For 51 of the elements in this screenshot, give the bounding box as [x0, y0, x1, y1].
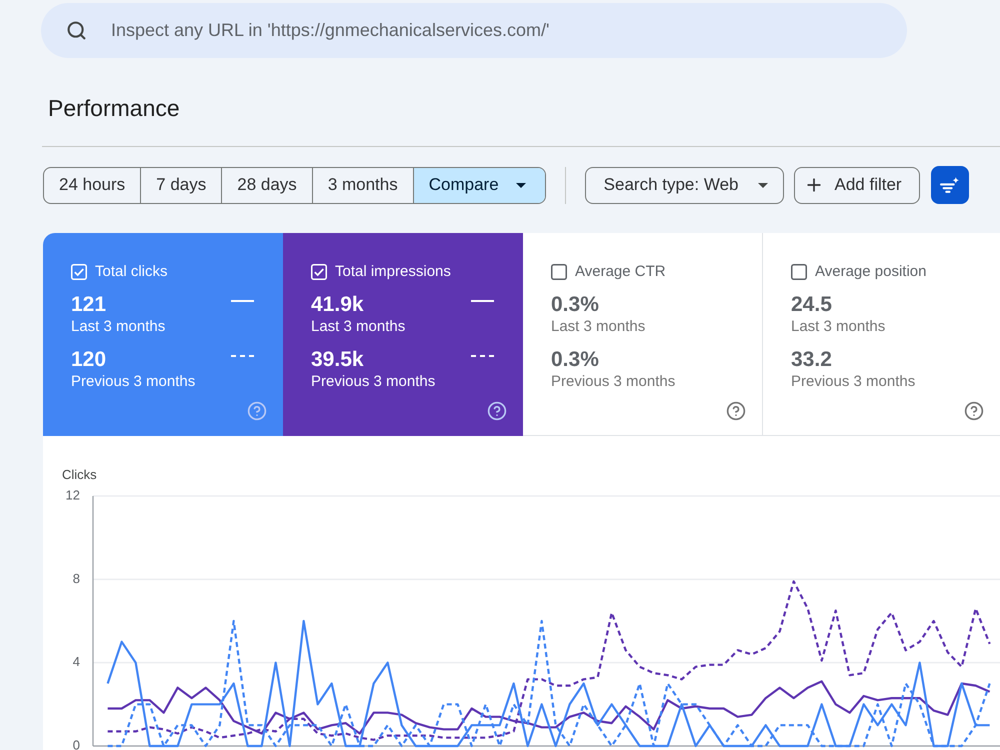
search-bar[interactable]: Inspect any URL in 'https://gnmechanicalservices.com/'	[41, 3, 907, 58]
metric-period: Last 3 months	[791, 317, 886, 337]
solid-line-icon	[231, 300, 254, 302]
axis-tick-label: 12	[66, 487, 80, 502]
metric-value: 0.3%	[551, 348, 600, 372]
add-filter-button[interactable]: Add filter	[794, 166, 920, 204]
search-type-dropdown[interactable]: Search type: Web	[584, 166, 784, 204]
date-range-tab[interactable]: 28 days	[221, 168, 312, 202]
filter-sparkle-icon	[940, 177, 960, 193]
metric-value: 0.3%	[551, 293, 600, 317]
checkbox[interactable]	[551, 264, 567, 280]
search-input[interactable]: Inspect any URL in 'https://gnmechanicalservices.com/'	[111, 18, 851, 44]
metric-value: 121	[71, 293, 108, 317]
date-range-tab[interactable]: 24 hours	[44, 168, 140, 202]
page-title: Performance	[48, 95, 180, 122]
metric-period: Last 3 months	[71, 317, 166, 337]
help-icon[interactable]	[964, 401, 984, 421]
date-range-tab[interactable]: Compare	[412, 168, 545, 202]
metric-value: 41.9k	[311, 293, 365, 317]
metric-card[interactable]: Average CTR 0.3% Last 3 months 0.3% Previous 3 months	[523, 233, 763, 436]
caret-icon	[516, 182, 526, 188]
metric-period: Last 3 months	[311, 317, 406, 337]
dashed-line-icon	[471, 355, 494, 357]
metric-value: 33.2	[791, 348, 833, 372]
metric-label: Average position	[815, 263, 926, 281]
metric-label: Total clicks	[95, 263, 168, 281]
metric-value: 24.5	[791, 293, 833, 317]
metric-period: Previous 3 months	[551, 372, 676, 392]
axis-title: Clicks	[62, 467, 97, 483]
metric-period: Last 3 months	[551, 317, 646, 337]
search-icon	[66, 20, 87, 41]
metric-period: Previous 3 months	[791, 372, 916, 392]
axis-tick-label: 8	[72, 570, 80, 586]
caret-icon	[758, 182, 768, 188]
axis-tick-label: 4	[72, 654, 80, 670]
checkbox[interactable]	[791, 264, 807, 280]
metric-card[interactable]: Total impressions 41.9k Last 3 months 39.5k Previous 3 months	[283, 233, 523, 436]
metric-label: Total impressions	[335, 263, 451, 281]
metric-period: Previous 3 months	[311, 372, 436, 392]
filter-button[interactable]	[930, 166, 969, 204]
solid-line-icon	[471, 300, 494, 302]
metric-label: Average CTR	[575, 263, 666, 281]
metric-value: 120	[71, 348, 108, 372]
date-range-tab[interactable]: 7 days	[140, 168, 222, 202]
axis-tick-label: 0	[72, 737, 80, 750]
metric-card[interactable]: Average position 24.5 Last 3 months 33.2 Previous 3 months	[763, 233, 1000, 436]
help-icon[interactable]	[487, 401, 507, 421]
help-icon[interactable]	[726, 401, 746, 421]
metric-period: Previous 3 months	[71, 372, 196, 392]
metric-value: 39.5k	[311, 348, 365, 372]
dashed-line-icon	[231, 355, 254, 357]
